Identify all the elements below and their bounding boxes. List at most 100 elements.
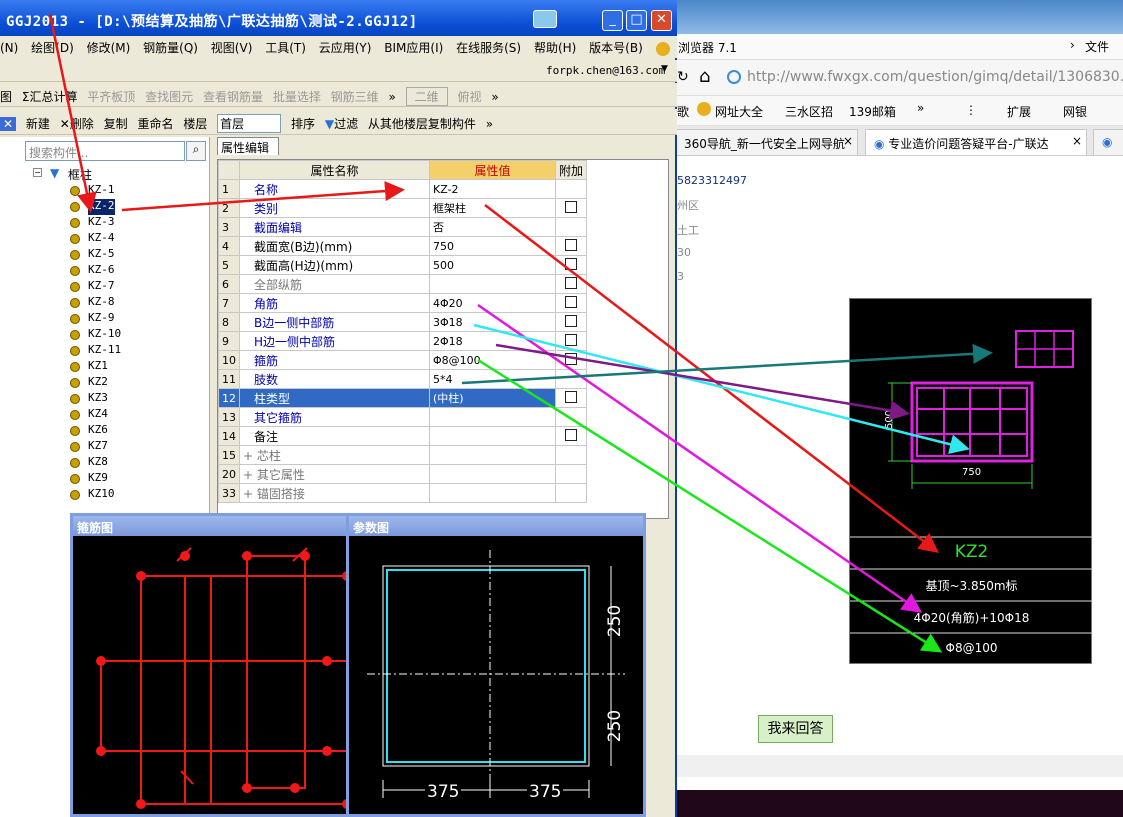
property-row[interactable]: 14 备注 [218, 426, 588, 446]
tree-item[interactable]: KZ7 [88, 439, 108, 455]
maximize-button[interactable]: □ [626, 10, 647, 31]
tree-item[interactable]: KZ9 [88, 471, 108, 487]
menu-item[interactable]: (N) [0, 41, 18, 55]
property-value[interactable]: Φ8@100 [429, 350, 556, 370]
menu-item-online[interactable]: 在线服务(S) [456, 41, 521, 55]
property-value[interactable]: KZ-2 [429, 179, 556, 199]
stirrup-panel-title[interactable]: 箍筋图 [73, 516, 347, 536]
collapse-icon[interactable]: − [33, 168, 42, 177]
more-icon[interactable]: » [486, 117, 493, 131]
property-value[interactable] [429, 426, 556, 446]
extra-checkbox[interactable] [565, 295, 577, 308]
rebar-3d-button[interactable]: 钢筋三维 [331, 88, 379, 105]
property-value[interactable]: 4Φ20 [429, 293, 556, 313]
menu-item-tools[interactable]: 工具(T) [265, 41, 306, 55]
property-row[interactable]: 13 其它箍筋 [218, 407, 588, 427]
property-row[interactable]: 1 名称 KZ-2 [218, 179, 588, 199]
property-row[interactable]: 10 箍筋 Φ8@100 [218, 350, 588, 370]
menu-item-help[interactable]: 帮助(H) [534, 41, 576, 55]
more-icon[interactable]: » [917, 101, 924, 115]
tree-item[interactable]: KZ6 [88, 423, 108, 439]
tree-item[interactable]: KZ-9 [88, 311, 115, 327]
property-value[interactable] [429, 445, 556, 465]
tree-item[interactable]: KZ-7 [88, 279, 115, 295]
sort-button[interactable]: 排序 [291, 115, 315, 132]
extra-checkbox[interactable] [565, 428, 577, 441]
browser-tab[interactable]: ◉ [1093, 129, 1123, 155]
help-icon[interactable] [533, 10, 557, 28]
dropdown-icon[interactable]: ▼ [661, 64, 668, 74]
property-row[interactable]: 4 截面宽(B边)(mm) 750 [218, 236, 588, 256]
menu-item-cloud[interactable]: 云应用(Y) [319, 41, 372, 55]
property-row[interactable]: 5 截面高(H边)(mm) 500 [218, 255, 588, 275]
sum-button[interactable]: 汇总计算 [29, 90, 77, 104]
property-value[interactable]: 否 [429, 217, 556, 237]
extra-checkbox[interactable] [565, 200, 577, 213]
property-row[interactable]: 12 柱类型 (中柱) [218, 388, 588, 408]
property-value[interactable]: 框架柱 [429, 198, 556, 218]
expand-icon[interactable]: + [243, 487, 257, 501]
extra-checkbox[interactable] [565, 390, 577, 403]
floor-select[interactable]: 首层 [217, 114, 282, 133]
property-value[interactable]: 3Φ18 [429, 312, 556, 332]
property-value[interactable]: 500 [429, 255, 556, 275]
menu-item-draw[interactable]: 绘图(D) [31, 41, 74, 55]
close-icon[interactable]: × [843, 134, 853, 148]
view-2d-select[interactable]: 二维 [405, 87, 448, 106]
parameter-panel-title[interactable]: 参数图 [349, 516, 643, 536]
property-row[interactable]: 15 + 芯柱 [218, 445, 588, 465]
property-row[interactable]: 7 角筋 4Φ20 [218, 293, 588, 313]
bookmark-item[interactable]: 歌 [677, 103, 689, 120]
filter-button[interactable]: 过滤 [334, 117, 358, 131]
file-menu[interactable]: 文件 [1085, 38, 1109, 55]
extra-checkbox[interactable] [565, 314, 577, 327]
property-value[interactable] [429, 464, 556, 484]
tree-item[interactable]: KZ-3 [88, 215, 115, 231]
search-icon[interactable]: ⌕ [186, 141, 206, 161]
more-icon[interactable]: » [389, 90, 396, 104]
tree-item[interactable]: KZ8 [88, 455, 108, 471]
url-input[interactable]: http://www.fwxgx.com/question/gimq/detai… [747, 69, 1123, 85]
rename-button[interactable]: 重命名 [137, 115, 173, 132]
extra-checkbox[interactable] [565, 333, 577, 346]
tree-item[interactable]: KZ-6 [88, 263, 115, 279]
property-value[interactable]: 5*4 [429, 369, 556, 389]
tree-item[interactable]: KZ-11 [88, 343, 121, 359]
property-value[interactable] [429, 274, 556, 294]
property-value[interactable] [429, 483, 556, 503]
property-value[interactable]: (中柱) [429, 388, 556, 408]
user-avatar-icon[interactable] [655, 41, 670, 56]
tree-item[interactable]: KZ1 [88, 359, 108, 375]
view-rebar-button[interactable]: 查看钢筋量 [203, 88, 263, 105]
extension-menu[interactable]: 扩展 [1007, 103, 1031, 120]
bookmark-item[interactable]: 网址大全 [715, 103, 763, 120]
property-row[interactable]: 9 H边一侧中部筋 2Φ18 [218, 331, 588, 351]
extra-checkbox[interactable] [565, 257, 577, 270]
refresh-icon[interactable]: ↻ [677, 69, 689, 85]
tree-item[interactable]: KZ4 [88, 407, 108, 423]
find-element-button[interactable]: 查找图元 [145, 88, 193, 105]
tree-item[interactable]: KZ-10 [88, 327, 121, 343]
batch-select-button[interactable]: 批量选择 [273, 88, 321, 105]
tree-item[interactable]: KZ10 [88, 487, 115, 503]
menu-item-bim[interactable]: BIM应用(I) [384, 41, 443, 55]
bookmark-item[interactable]: 三水区招 [785, 103, 833, 120]
flat-slab-button[interactable]: 平齐板顶 [87, 88, 135, 105]
property-row[interactable]: 6 全部纵筋 [218, 274, 588, 294]
close-icon[interactable]: × [1072, 134, 1082, 148]
tree-root[interactable]: 框柱 [68, 166, 92, 183]
bank-menu[interactable]: 网银 [1063, 103, 1087, 120]
delete-button[interactable]: 删除 [70, 117, 94, 131]
property-row[interactable]: 2 类别 框架柱 [218, 198, 588, 218]
home-icon[interactable]: ⌂ [699, 66, 710, 87]
minimize-button[interactable]: _ [602, 10, 623, 31]
bookmark-item[interactable]: 139邮箱 [849, 103, 896, 120]
property-row[interactable]: 11 肢数 5*4 [218, 369, 588, 389]
tree-item[interactable]: KZ2 [88, 375, 108, 391]
chevron-right-icon[interactable]: › [1070, 38, 1075, 52]
close-panel-icon[interactable]: ✕ [0, 117, 17, 131]
tree-item[interactable]: KZ-5 [88, 247, 115, 263]
tree-item[interactable]: KZ-4 [88, 231, 115, 247]
tab-property-edit[interactable]: 属性编辑 [217, 137, 279, 155]
expand-icon[interactable]: + [243, 468, 257, 482]
